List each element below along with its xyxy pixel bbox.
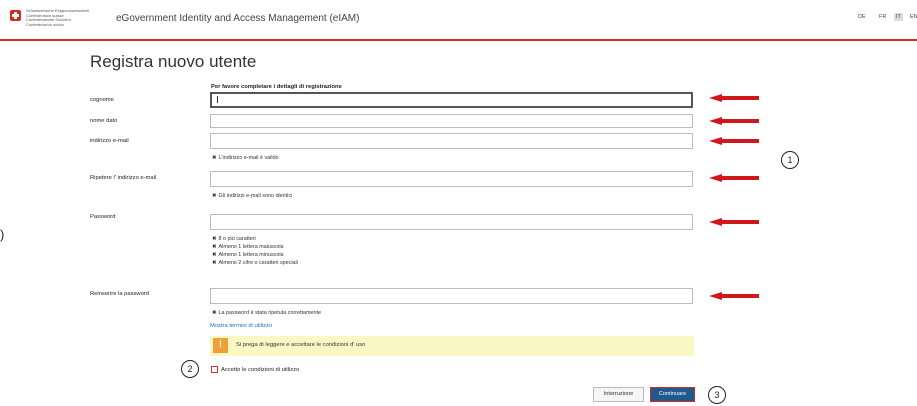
password-rule-hint: ✖ Almeno 1 lettera maiuscola: [212, 244, 284, 250]
continue-button[interactable]: Continuare: [650, 387, 695, 402]
password-repeated-hint: ✖ La password è stata ripetuta correttame…: [212, 310, 321, 316]
cancel-button[interactable]: Interruzione: [593, 387, 644, 402]
annotation-arrow-icon: [709, 292, 759, 300]
password-label: Password: [90, 214, 116, 220]
email-label: indirizzo e-mail: [90, 138, 129, 144]
hint-text: 8 o più caratteri: [218, 236, 256, 242]
confederation-logo-text: Schweizerische Eidgenossenschaft Confédé…: [26, 8, 96, 27]
page-title: Registra nuovo utente: [90, 52, 257, 71]
annotation-arrow-icon: [709, 117, 759, 125]
form-instruction: Per favore completare i dettagli di regi…: [211, 84, 342, 90]
cross-icon: ✖: [212, 260, 217, 266]
cross-icon: ✖: [212, 244, 217, 250]
email-valid-hint: ✖ L'indirizzo e-mail è valido: [212, 155, 279, 161]
annotation-marker-2: 2: [181, 360, 199, 378]
cross-icon: ✖: [212, 310, 217, 316]
hint-text: Gli indirizzi e-mail sono identici: [218, 193, 293, 199]
first-name-label: nome dato: [90, 118, 118, 124]
header-divider: [0, 39, 917, 41]
password-rule-hint: ✖ Almeno 1 lettera minuscola: [212, 252, 284, 258]
repeat-email-label: Ripetere l' indirizzo e-mail: [90, 175, 157, 181]
hint-text: La password è stata ripetuta correttamen…: [218, 310, 322, 316]
emails-identical-hint: ✖ Gli indirizzi e-mail sono identici: [212, 193, 292, 199]
password-input[interactable]: [210, 214, 693, 230]
repeat-email-input[interactable]: [210, 171, 693, 187]
repeat-password-input[interactable]: [210, 288, 693, 304]
confederation-line: Confederaziun svizra: [26, 21, 64, 27]
cross-icon: ✖: [212, 236, 217, 242]
email-input[interactable]: [210, 133, 693, 149]
first-name-input[interactable]: [210, 114, 693, 128]
hint-text: L'indirizzo e-mail è valido: [218, 155, 279, 161]
lang-fr[interactable]: FR: [879, 14, 886, 20]
password-rule-hint: ✖ Almeno 2 cifre o caratteri speciali: [212, 260, 298, 266]
accept-terms-label[interactable]: Accetto le condizioni di utilizzo: [221, 367, 299, 373]
annotation-arrow-icon: [709, 137, 759, 145]
cross-icon: ✖: [212, 252, 217, 258]
repeat-password-label: Reinserire la password: [90, 291, 149, 297]
app-title: eGovernment Identity and Access Manageme…: [116, 13, 360, 24]
hint-text: Almeno 2 cifre o caratteri speciali: [218, 260, 298, 266]
surname-label: cognome: [90, 97, 114, 103]
warning-icon: !: [213, 338, 228, 353]
terms-warning-box: ! Si prega di leggere e accettare le con…: [210, 336, 694, 356]
annotation-arrow-icon: [709, 174, 759, 182]
cross-icon: ✖: [212, 155, 217, 161]
header-bar: Schweizerische Eidgenossenschaft Confédé…: [0, 0, 917, 40]
cross-icon: ✖: [212, 193, 217, 199]
hint-text: Almeno 1 lettera minuscola: [218, 252, 284, 258]
swiss-flag-icon: [10, 10, 21, 21]
terms-of-use-link[interactable]: Mostra termini di utilizzo: [210, 323, 272, 329]
annotation-arrow-icon: [709, 218, 759, 226]
lang-en[interactable]: EN: [910, 14, 917, 20]
warning-text: Si prega di leggere e accettare le condi…: [236, 342, 366, 348]
edge-glyph: ): [0, 227, 5, 242]
annotation-marker-1: 1: [781, 151, 799, 169]
lang-it[interactable]: IT: [894, 13, 903, 21]
surname-input[interactable]: [210, 92, 693, 108]
hint-text: Almeno 1 lettera maiuscola: [218, 244, 284, 250]
password-rule-hint: ✖ 8 o più caratteri: [212, 236, 256, 242]
annotation-arrow-icon: [709, 94, 759, 102]
lang-de[interactable]: DE: [858, 14, 866, 20]
annotation-marker-3: 3: [708, 386, 726, 404]
accept-terms-checkbox[interactable]: [211, 366, 218, 373]
